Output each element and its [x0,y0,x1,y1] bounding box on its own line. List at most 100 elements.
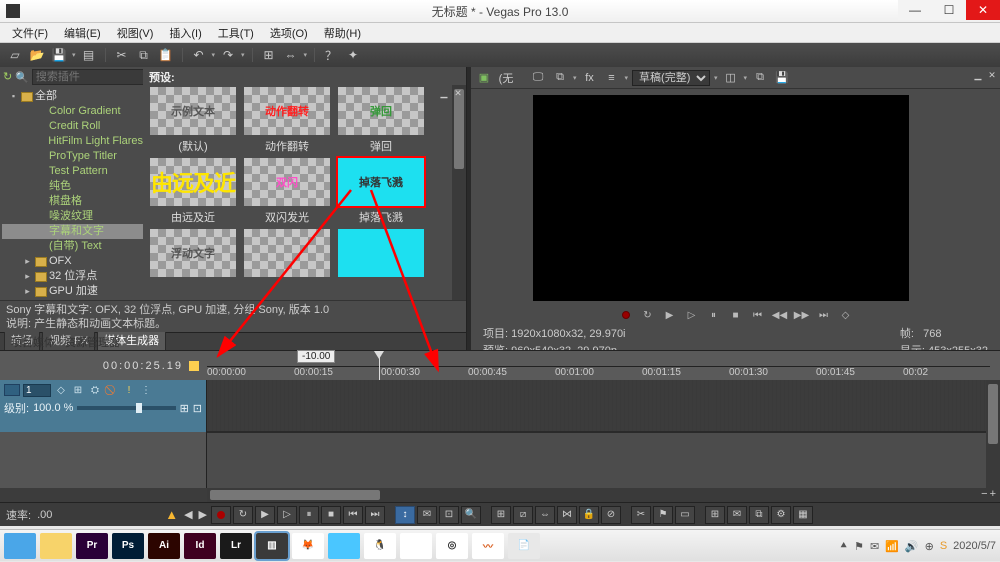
menu-options[interactable]: 选项(O) [262,23,316,42]
pause-button[interactable]: ⏸ [706,307,722,323]
tree-item[interactable]: 棋盘格 [49,194,82,209]
save-dropdown-icon[interactable]: ▾ [72,51,76,59]
keyframe-button[interactable]: ◇ [838,307,854,323]
preset-thumb-bounce[interactable]: 弹回 [338,87,424,135]
wand-icon[interactable]: ✦ [344,46,362,64]
tl-stop-button[interactable]: ■ [321,506,341,524]
bypass-fx-icon[interactable]: ◇ [54,383,68,397]
preset-thumb-splash[interactable]: 掉落飞溅 [338,158,424,206]
playhead[interactable] [379,351,380,380]
taskbar-app-firefox[interactable]: 🦊 [292,533,324,559]
tab-explorer[interactable]: 资源管理器 [65,334,120,348]
panel-close-icon[interactable]: ✕ [452,87,464,99]
tl-pause-button[interactable]: ⏸ [299,506,319,524]
video-track-header[interactable]: ◇ ⊞ ⛭ ⃠ ! ⋮ 级别: 100.0 % ⊞ ⊡ [0,380,207,432]
normal-edit-tool-button[interactable]: ↕ [395,506,415,524]
tree-item[interactable]: ProType Titler [49,149,117,164]
open-icon[interactable]: 📂 [28,46,46,64]
tl-go-end-button[interactable]: ⏭ [365,506,385,524]
plugin-tree[interactable]: ▪全部 Color Gradient Credit Roll HitFilm L… [0,87,143,300]
marker-add-button[interactable]: ⚑ [653,506,673,524]
timeline-v-scrollbar[interactable] [986,380,1000,488]
presets-scrollbar[interactable] [452,85,466,300]
empty-track-area[interactable] [207,432,1000,488]
zoom-out-icon[interactable]: − [981,488,987,500]
track-number-input[interactable] [23,384,51,397]
go-end-button[interactable]: ⏭ [816,307,832,323]
tree-item[interactable]: Credit Roll [49,119,100,134]
parent-icon[interactable]: ⊡ [193,402,202,415]
undo-history-icon[interactable]: ▾ [212,51,216,59]
system-tray[interactable]: ⯅ ⚑ ✉ 📶 🔊 ⊕ S 2020/5/7 [839,530,996,562]
record-button[interactable] [618,307,634,323]
whats-this-icon[interactable]: ？ [322,46,340,64]
preset-thumb-9[interactable] [338,229,424,277]
secondary-monitor-icon[interactable]: ⧉ [551,69,569,87]
tray-icon[interactable]: 🔊 [905,540,919,553]
split-dropdown-icon[interactable]: ▾ [625,74,629,82]
region-button[interactable]: ▭ [675,506,695,524]
snapshot-save-icon[interactable]: 💾 [773,69,791,87]
menu-tools[interactable]: 工具(T) [210,23,262,42]
ruler-area[interactable]: -10.00 00:00:00 00:00:15 00:00:30 00:00:… [207,351,1000,380]
split-button[interactable]: ✂ [631,506,651,524]
tl-loop-button[interactable]: ↻ [233,506,253,524]
tree-root[interactable]: 全部 [35,89,57,104]
panel-close-icon[interactable]: ✕ [986,69,998,81]
snap-toggle-button[interactable]: ⊞ [491,506,511,524]
taskbar-app-lightroom[interactable]: Lr [220,533,252,559]
snap-icon[interactable]: ⊞ [260,46,278,64]
tray-icon[interactable]: 📶 [885,540,899,553]
tl-play-button[interactable]: ▶ [255,506,275,524]
scrub-left-icon[interactable]: ◀ [184,508,192,521]
video-track-lane[interactable] [207,380,1000,432]
tree-item[interactable]: Color Gradient [49,104,121,119]
level-slider[interactable] [77,406,175,410]
close-button[interactable]: ✕ [966,0,1000,20]
timeline-body[interactable]: ◇ ⊞ ⛭ ⃠ ! ⋮ 级别: 100.0 % ⊞ ⊡ [0,380,1000,488]
maximize-button[interactable]: ☐ [932,0,966,20]
misc-e-button[interactable]: ▦ [793,506,813,524]
menu-file[interactable]: 文件(F) [4,23,56,42]
tray-clock[interactable]: 2020/5/7 [953,541,996,552]
quality-dropdown-icon[interactable]: ▾ [714,74,718,82]
marker-badge[interactable]: -10.00 [297,350,335,363]
preview-fx-icon[interactable]: fx [581,69,599,87]
taskbar-app-10[interactable] [328,533,360,559]
properties-icon[interactable]: ▤ [80,46,98,64]
tree-item-selected[interactable]: 字幕和文字 [49,224,104,239]
cut-icon[interactable]: ✂ [113,46,131,64]
menu-insert[interactable]: 插入(I) [161,23,209,42]
panel-minimize-icon[interactable]: ▁ [438,87,450,99]
zoom-tool-button[interactable]: 🔍 [461,506,481,524]
more-icon[interactable]: ⋮ [139,383,153,397]
menu-help[interactable]: 帮助(H) [316,23,369,42]
monitor-dropdown-icon[interactable]: ▾ [573,74,577,82]
taskbar-app-illustrator[interactable]: Ai [148,533,180,559]
tl-go-start-button[interactable]: ⏮ [343,506,363,524]
preview-tab-icon[interactable]: ▣ [475,69,493,87]
compositing-icon[interactable]: ⊞ [180,402,189,415]
tray-icon[interactable]: ⊕ [925,540,934,553]
taskbar-app-premiere[interactable]: Pr [76,533,108,559]
ignore-event-button[interactable]: ⊘ [601,506,621,524]
taskbar-app-photoshop[interactable]: Ps [112,533,144,559]
taskbar-app-15[interactable]: 📄 [508,533,540,559]
tree-item[interactable]: OFX [49,254,72,269]
external-monitor-icon[interactable]: 🖵 [529,69,547,87]
empty-track-header[interactable] [0,432,207,488]
selection-tool-button[interactable]: ⊡ [439,506,459,524]
next-frame-button[interactable]: ▶▶ [794,307,810,323]
taskbar-app-2[interactable] [40,533,72,559]
undo-icon[interactable]: ↶ [190,46,208,64]
preset-thumb-flip[interactable]: 动作翻转 [244,87,330,135]
paste-icon[interactable]: 📋 [157,46,175,64]
tree-item[interactable]: Test Pattern [49,164,108,179]
taskbar-app-chrome[interactable]: ◎ [436,533,468,559]
timeline-h-scrollbar[interactable]: −+ [207,488,1000,502]
preset-thumb-zoom[interactable]: 由远及近 [150,158,236,206]
auto-ripple-button[interactable]: ⇔ [535,506,555,524]
taskbar-app-vegas[interactable]: ▥ [256,533,288,559]
overlay-dropdown-icon[interactable]: ▾ [744,74,748,82]
tree-item[interactable]: GPU 加速 [49,284,98,299]
